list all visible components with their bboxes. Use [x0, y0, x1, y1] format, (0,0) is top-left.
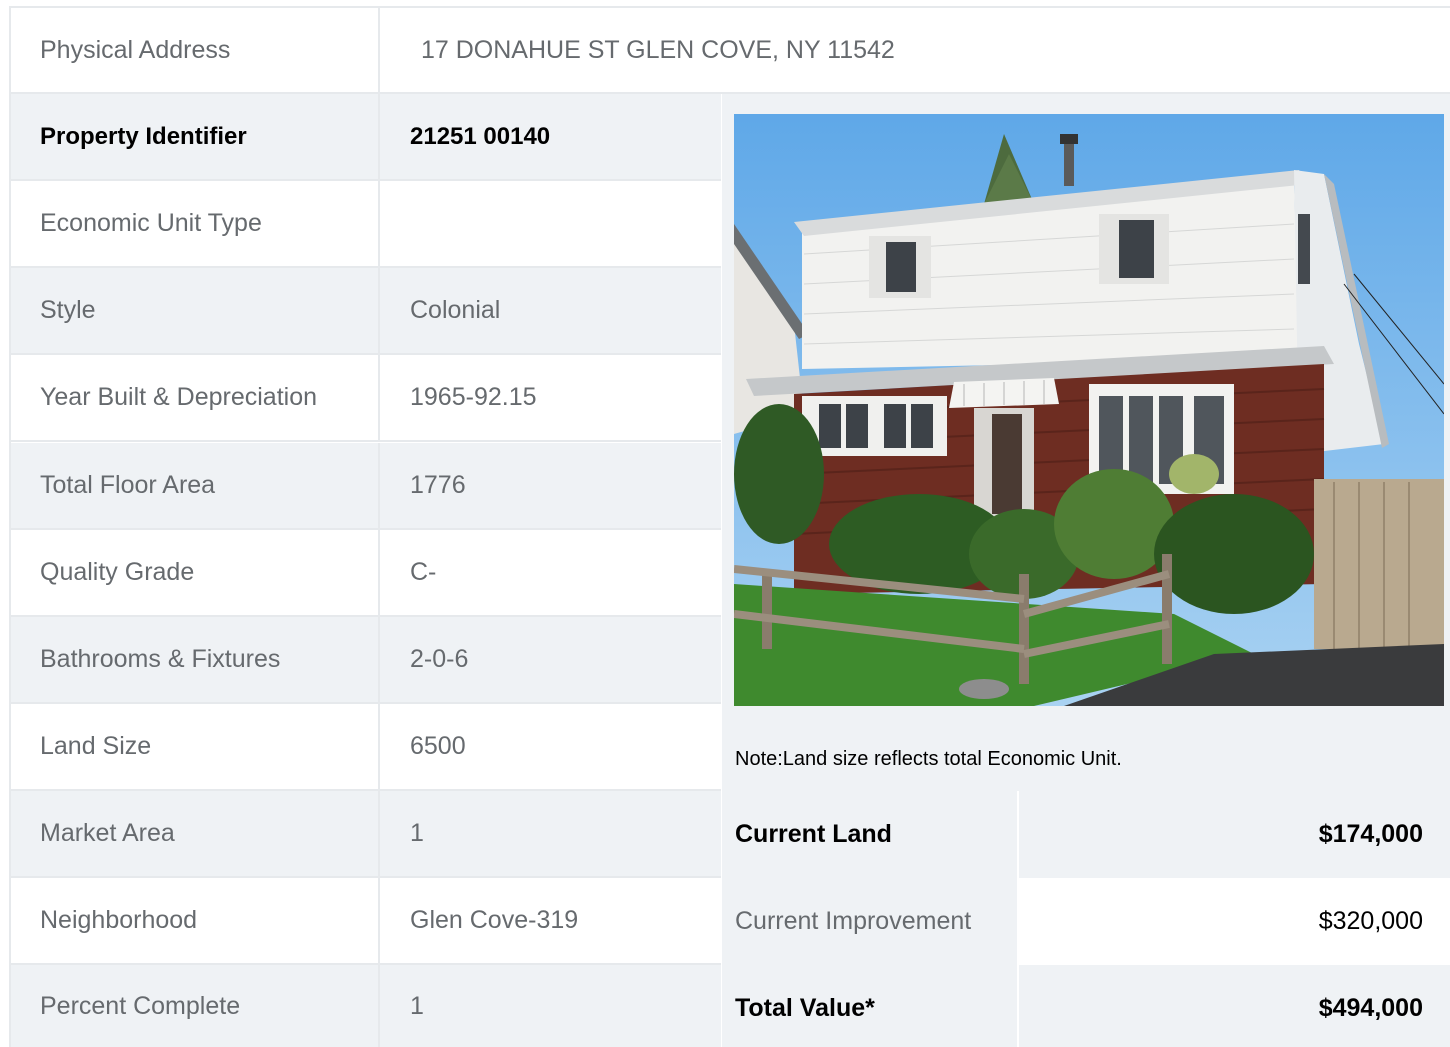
address-value: 17 DONAHUE ST GLEN COVE, NY 11542: [421, 35, 895, 64]
value-row-total-value: Total Value* $494,000: [722, 965, 1450, 1047]
current-improvement-amount: $320,000: [1017, 878, 1450, 965]
row-economic-unit-type: Economic Unit Type: [11, 181, 721, 268]
total-value-label: Total Value*: [735, 994, 875, 1022]
row-quality-grade: Quality Grade C-: [11, 530, 721, 617]
percent-complete-value: 1: [410, 991, 424, 1020]
year-built-label: Year Built & Depreciation: [11, 355, 380, 440]
property-identifier-label: Property Identifier: [11, 94, 380, 179]
quality-grade-value: C-: [410, 558, 437, 586]
row-property-identifier: Property Identifier 21251 00140: [11, 94, 721, 181]
value-row-current-improvement: Current Improvement $320,000: [722, 878, 1450, 965]
market-area-value: 1: [410, 819, 424, 847]
style-label: Style: [11, 268, 380, 353]
neighborhood-value: Glen Cove-319: [410, 906, 579, 934]
current-land-amount: $174,000: [1017, 791, 1450, 878]
economic-unit-type-label: Economic Unit Type: [11, 181, 380, 266]
percent-complete-label: Percent Complete: [11, 965, 380, 1047]
market-area-label: Market Area: [11, 791, 380, 876]
row-percent-complete: Percent Complete 1: [11, 965, 721, 1047]
total-value-amount: $494,000: [1017, 965, 1450, 1047]
valuation-panel: Note:Land size reflects total Economic U…: [722, 94, 1450, 1047]
year-built-value: 1965-92.15: [410, 383, 537, 411]
economic-unit-type-value: [380, 181, 721, 266]
land-size-note: Note:Land size reflects total Economic U…: [735, 748, 1122, 770]
value-row-current-land: Current Land $174,000: [722, 791, 1450, 878]
property-photo: [734, 114, 1444, 706]
address-row: Physical Address 17 DONAHUE ST GLEN COVE…: [11, 8, 1450, 94]
current-land-label: Current Land: [735, 820, 892, 848]
row-land-size: Land Size 6500: [11, 704, 721, 791]
quality-grade-label: Quality Grade: [11, 530, 380, 615]
row-bathrooms: Bathrooms & Fixtures 2-0-6: [11, 617, 721, 704]
total-floor-area-label: Total Floor Area: [11, 443, 380, 528]
current-improvement-label: Current Improvement: [735, 907, 972, 935]
row-style: Style Colonial: [11, 268, 721, 355]
land-size-label: Land Size: [11, 704, 380, 789]
total-floor-area-value: 1776: [410, 471, 466, 499]
bathrooms-label: Bathrooms & Fixtures: [11, 617, 380, 702]
row-year-built: Year Built & Depreciation 1965-92.15: [11, 355, 721, 442]
style-value: Colonial: [410, 296, 501, 324]
row-neighborhood: Neighborhood Glen Cove-319: [11, 878, 721, 965]
property-identifier-value: 21251 00140: [410, 122, 551, 150]
neighborhood-label: Neighborhood: [11, 878, 380, 963]
bathrooms-value: 2-0-6: [410, 645, 469, 673]
row-total-floor-area: Total Floor Area 1776: [11, 443, 721, 530]
land-size-value: 6500: [410, 732, 466, 760]
row-market-area: Market Area 1: [11, 791, 721, 878]
address-label: Physical Address: [11, 8, 380, 92]
